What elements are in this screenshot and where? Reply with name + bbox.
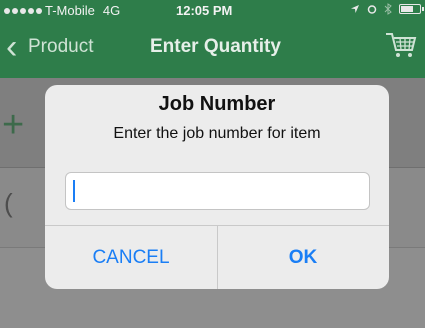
network-type: 4G (102, 3, 121, 18)
item-row-glyph: ( (4, 188, 13, 218)
back-chevron-icon[interactable]: ‹ (6, 30, 17, 64)
status-right (350, 3, 424, 15)
shopping-cart-icon[interactable] (384, 28, 418, 62)
navigation-bar: ‹ Product Enter Quantity (0, 20, 425, 78)
signal-strength-icon (4, 7, 42, 14)
back-button[interactable]: Product (28, 36, 93, 58)
status-time: 12:05 PM (176, 3, 233, 18)
dialog-title: Job Number (158, 93, 276, 115)
location-arrow-icon (351, 5, 359, 13)
status-bar: T-Mobile 4G 12:05 PM (0, 0, 425, 20)
text-cursor (73, 180, 75, 202)
battery-icon (399, 4, 424, 14)
carrier-name: T-Mobile (45, 3, 95, 18)
alarm-icon (367, 5, 377, 14)
bluetooth-icon (384, 3, 392, 15)
status-left: T-Mobile 4G (4, 3, 128, 18)
job-number-dialog: Job Number Enter the job number for item… (45, 85, 389, 289)
dialog-message: Enter the job number for item (113, 125, 321, 142)
ok-button[interactable]: OK (217, 226, 389, 289)
cancel-button[interactable]: CANCEL (45, 226, 217, 289)
job-number-input[interactable] (65, 172, 370, 210)
plus-icon: + (2, 104, 25, 146)
page-title: Enter Quantity (150, 36, 281, 57)
